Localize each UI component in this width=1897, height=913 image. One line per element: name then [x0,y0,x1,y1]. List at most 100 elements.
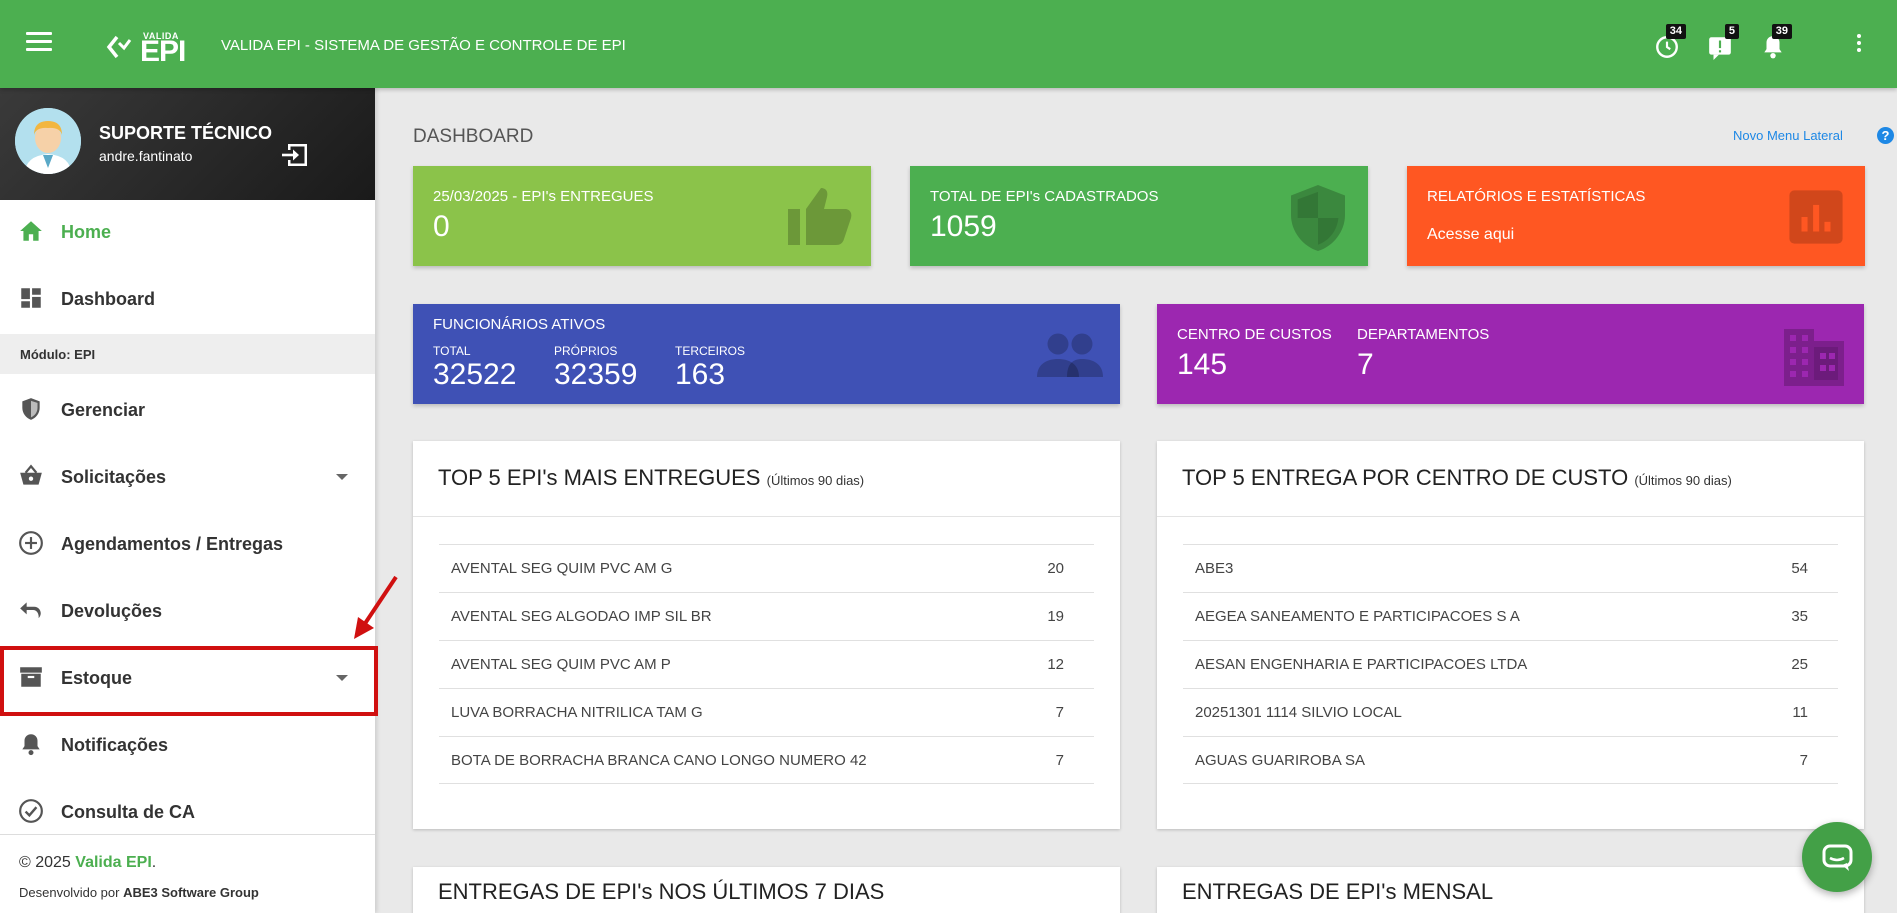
annotation-arrow-icon [354,575,398,639]
registered-epi-card[interactable]: TOTAL DE EPI's CADASTRADOS 1059 [910,166,1368,266]
logo-big-text: EPI [140,35,186,68]
history-badge: 34 [1665,24,1686,39]
card-title: RELATÓRIOS E ESTATÍSTICAS [1427,188,1646,205]
avatar-icon [15,108,81,174]
more-vert-icon[interactable] [1855,34,1863,56]
chevron-down-icon[interactable] [336,474,348,480]
avatar[interactable] [15,108,81,174]
chat-button[interactable] [1802,822,1872,892]
alerts-button[interactable]: 5 [1707,24,1739,60]
delivered-today-card[interactable]: 25/03/2025 - EPI's ENTREGUES 0 [413,166,871,266]
reports-card[interactable]: RELATÓRIOS E ESTATÍSTICAS Acesse aqui [1407,166,1865,266]
item-name: AEGEA SANEAMENTO E PARTICIPACOES S A [1195,608,1520,625]
sidebar-item-home[interactable]: Home [0,200,375,264]
list-item[interactable]: BOTA DE BORRACHA BRANCA CANO LONGO NUMER… [439,736,1094,784]
item-value: 25 [1791,656,1808,673]
sidebar-item-notificacoes[interactable]: Notificações [0,713,375,777]
logout-icon[interactable] [280,142,310,168]
own-value: 32359 [554,358,638,391]
list-item[interactable]: AGUAS GUARIROBA SA 7 [1183,736,1838,784]
monthly-deliveries-panel: ENTREGAS DE EPI's MENSAL [1157,867,1864,913]
last-7-days-panel: ENTREGAS DE EPI's NOS ÚLTIMOS 7 DIAS [413,867,1120,913]
sidebar-item-solicitacoes[interactable]: Solicitações [0,445,375,509]
active-employees-card[interactable]: FUNCIONÁRIOS ATIVOS TOTAL 32522 PRÓPRIOS… [413,304,1120,404]
list-item[interactable]: AESAN ENGENHARIA E PARTICIPACOES LTDA 25 [1183,640,1838,688]
total-value: 32522 [433,358,517,391]
module-label: Módulo: EPI [20,347,95,362]
sidebar-item-label: Consulta de CA [61,802,196,822]
shield-icon [22,398,40,420]
list-item[interactable]: ABE3 54 [1183,544,1838,592]
third-value: 163 [675,358,726,391]
panel-title-text: TOP 5 EPI's MAIS ENTREGUES [438,465,761,490]
cc-label: CENTRO DE CUSTOS [1177,326,1332,343]
item-value: 11 [1792,704,1808,721]
history-button[interactable]: 34 [1654,24,1686,60]
top-app-bar: VALIDA EPI VALIDA EPI - SISTEMA DE GESTÃ… [0,0,1897,88]
chat-icon [1822,844,1853,871]
list-item[interactable]: AVENTAL SEG QUIM PVC AM G 20 [439,544,1094,592]
sidebar-item-agendamentos[interactable]: Agendamentos / Entregas [0,512,375,576]
sidebar-item-label: Devoluções [61,601,163,621]
developer-credit: Desenvolvido por ABE3 Software Group [19,885,259,900]
notifications-badge: 39 [1771,24,1792,39]
sidebar-item-label: Gerenciar [61,400,146,420]
new-menu-link[interactable]: Novo Menu Lateral [1733,128,1843,143]
item-name: ABE3 [1195,560,1234,577]
sidebar: SUPORTE TÉCNICO andre.fantinato Home Das… [0,88,375,913]
notifications-button[interactable]: 39 [1760,24,1792,60]
top-cost-center-panel: TOP 5 ENTREGA POR CENTRO DE CUSTO (Últim… [1157,441,1864,829]
sidebar-item-gerenciar[interactable]: Gerenciar [0,378,375,442]
help-icon[interactable]: ? [1877,127,1894,144]
item-name: AVENTAL SEG QUIM PVC AM G [451,560,673,577]
copyright-dot: . [151,854,157,871]
alerts-badge: 5 [1724,24,1739,39]
item-value: 7 [1055,752,1064,769]
card-value: 0 [433,210,450,243]
check-circle-icon [19,799,43,823]
dashboard-icon [21,288,41,308]
people-icon [1037,333,1103,377]
third-label: TERCEIROS [675,344,746,358]
cost-centers-card[interactable]: CENTRO DE CUSTOS 145 DEPARTAMENTOS 7 [1157,304,1864,404]
item-value: 35 [1791,608,1808,625]
dept-label: DEPARTAMENTOS [1357,326,1490,343]
item-name: LUVA BORRACHA NITRILICA TAM G [451,704,703,721]
shield-icon [1291,185,1345,251]
building-icon [1784,329,1844,386]
menu-icon[interactable] [26,32,52,54]
card-title: 25/03/2025 - EPI's ENTREGUES [433,188,654,205]
sidebar-item-devolucoes[interactable]: Devoluções [0,579,375,643]
top-epi-panel: TOP 5 EPI's MAIS ENTREGUES (Últimos 90 d… [413,441,1120,829]
own-label: PRÓPRIOS [554,344,618,358]
valida-epi-logo[interactable]: VALIDA EPI [106,26,192,68]
developer-prefix: Desenvolvido por [19,885,124,900]
brand-link[interactable]: Valida EPI [75,854,151,871]
main-content: DASHBOARD Novo Menu Lateral ? 25/03/2025… [375,88,1897,913]
list-item[interactable]: AVENTAL SEG QUIM PVC AM P 12 [439,640,1094,688]
list-item[interactable]: 20251301 1114 SILVIO LOCAL 11 [1183,688,1838,736]
bell-icon [22,734,40,756]
sidebar-footer: © 2025 Valida EPI. Desenvolvido por ABE3… [0,834,375,913]
panel-period: (Últimos 90 dias) [1634,473,1732,488]
item-value: 7 [1799,752,1808,769]
sidebar-item-dashboard[interactable]: Dashboard [0,267,375,331]
developer-name: ABE3 Software Group [123,885,259,900]
sidebar-item-label: Dashboard [61,289,156,309]
list-item[interactable]: LUVA BORRACHA NITRILICA TAM G 7 [439,688,1094,736]
app-title: VALIDA EPI - SISTEMA DE GESTÃO E CONTROL… [221,37,626,54]
reports-link[interactable]: Acesse aqui [1427,226,1514,244]
user-name: SUPORTE TÉCNICO [99,123,273,143]
module-name: EPI [74,347,96,362]
sidebar-item-label: Solicitações [61,467,167,487]
logo-mark-icon [106,35,132,59]
bar-chart-icon [1789,190,1843,244]
list-item[interactable]: AVENTAL SEG ALGODAO IMP SIL BR 19 [439,592,1094,640]
list-item[interactable]: AEGEA SANEAMENTO E PARTICIPACOES S A 35 [1183,592,1838,640]
highlight-box [0,646,378,716]
add-circle-icon [19,531,43,555]
cc-value: 145 [1177,348,1228,381]
sidebar-item-label: Agendamentos / Entregas [61,534,284,554]
item-value: 19 [1047,608,1064,625]
sidebar-item-label: Notificações [61,735,169,755]
